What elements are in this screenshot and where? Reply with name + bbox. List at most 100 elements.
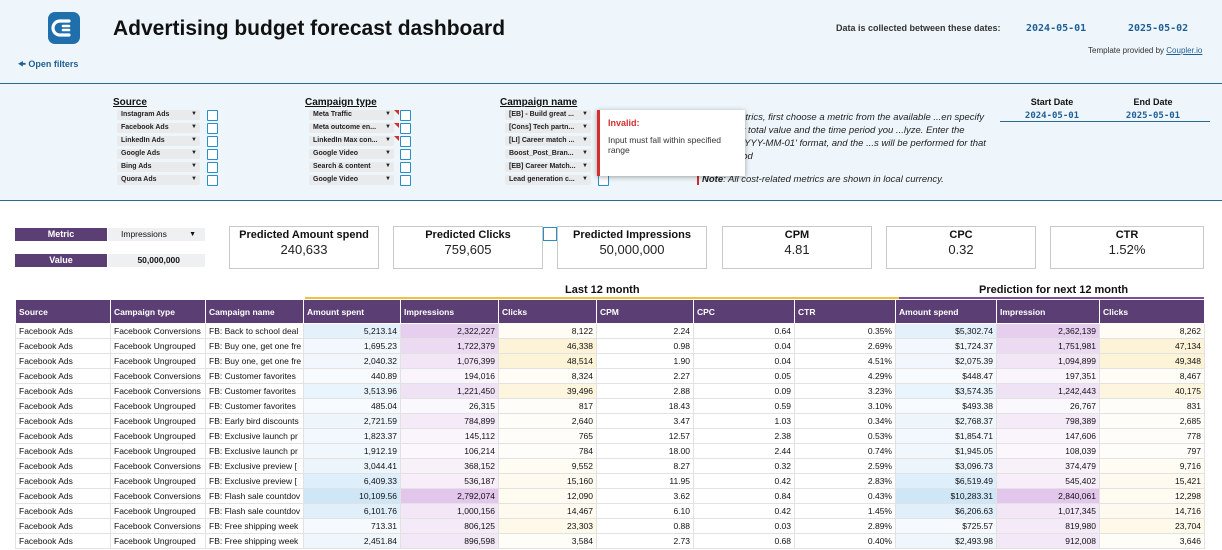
table-cell[interactable]: $3,574.35	[895, 383, 997, 399]
table-cell[interactable]: $10,283.31	[895, 488, 997, 504]
open-filters-link[interactable]: 🠜 Open filters	[18, 57, 78, 73]
table-cell[interactable]: 2.27	[596, 368, 694, 384]
source-checkbox[interactable]	[207, 175, 218, 186]
table-cell[interactable]: 23,303	[498, 518, 597, 534]
table-cell[interactable]: 2,640	[498, 413, 597, 429]
table-cell[interactable]: Facebook Ungrouped	[110, 533, 206, 549]
table-cell[interactable]: 0.98	[596, 338, 694, 354]
table-cell[interactable]: 819,980	[996, 518, 1100, 534]
coupler-link[interactable]: Coupler.io	[1166, 46, 1202, 55]
table-cell[interactable]: 806,125	[400, 518, 499, 534]
table-cell[interactable]: 9,552	[498, 458, 597, 474]
table-cell[interactable]: $6,206.63	[895, 503, 997, 519]
table-cell[interactable]: 2.24	[596, 323, 694, 339]
table-cell[interactable]: 197,351	[996, 368, 1100, 384]
table-cell[interactable]: Facebook Ungrouped	[110, 413, 206, 429]
table-cell[interactable]: 0.53%	[794, 428, 896, 444]
table-cell[interactable]: 1,751,981	[996, 338, 1100, 354]
table-cell[interactable]: 1,722,379	[400, 338, 499, 354]
table-cell[interactable]: Facebook Conversions	[110, 458, 206, 474]
table-cell[interactable]: FB: Free shipping week	[205, 533, 304, 549]
table-cell[interactable]: 106,214	[400, 443, 499, 459]
table-cell[interactable]: Facebook Conversions	[110, 383, 206, 399]
table-cell[interactable]: 18.43	[596, 398, 694, 414]
table-cell[interactable]: 0.34%	[794, 413, 896, 429]
table-cell[interactable]: Facebook Ads	[15, 533, 111, 549]
column-header[interactable]: CPC	[693, 299, 795, 324]
start-date-input[interactable]: 2024-05-01	[997, 111, 1107, 121]
source-dropdown[interactable]: Google Ads ▼	[117, 149, 200, 159]
table-cell[interactable]: Facebook Ads	[15, 398, 111, 414]
table-cell[interactable]: $1,854.71	[895, 428, 997, 444]
table-cell[interactable]: $6,519.49	[895, 473, 997, 489]
table-cell[interactable]: 40,175	[1099, 383, 1205, 399]
campaign-name-dropdown[interactable]: Lead generation c... ▼	[505, 175, 591, 185]
table-cell[interactable]: 1,912.19	[303, 443, 401, 459]
table-cell[interactable]: 1.03	[693, 413, 795, 429]
table-cell[interactable]: 3.62	[596, 488, 694, 504]
column-header[interactable]: Campaign type	[110, 299, 206, 324]
table-cell[interactable]: 3.47	[596, 413, 694, 429]
table-cell[interactable]: 23,704	[1099, 518, 1205, 534]
column-header[interactable]: Source	[15, 299, 111, 324]
table-cell[interactable]: $725.57	[895, 518, 997, 534]
source-checkbox[interactable]	[207, 123, 218, 134]
table-cell[interactable]: FB: Buy one, get one fre	[205, 338, 304, 354]
table-cell[interactable]: 12.57	[596, 428, 694, 444]
table-cell[interactable]: 440.89	[303, 368, 401, 384]
column-header[interactable]: Impressions	[400, 299, 499, 324]
table-cell[interactable]: 374,479	[996, 458, 1100, 474]
table-cell[interactable]: 0.59	[693, 398, 795, 414]
campaign-type-dropdown[interactable]: Meta outcome en... ▼	[309, 123, 394, 133]
table-cell[interactable]: 1,076,399	[400, 353, 499, 369]
table-cell[interactable]: 0.42	[693, 473, 795, 489]
table-cell[interactable]: 11.95	[596, 473, 694, 489]
table-cell[interactable]: Facebook Ads	[15, 323, 111, 339]
table-cell[interactable]: 0.64	[693, 323, 795, 339]
table-cell[interactable]: Facebook Ads	[15, 428, 111, 444]
table-cell[interactable]: $493.38	[895, 398, 997, 414]
table-cell[interactable]: 368,152	[400, 458, 499, 474]
campaign-type-checkbox[interactable]	[400, 123, 411, 134]
table-cell[interactable]: 8,324	[498, 368, 597, 384]
table-cell[interactable]: FB: Exclusive preview [	[205, 458, 304, 474]
table-cell[interactable]: $2,075.39	[895, 353, 997, 369]
table-cell[interactable]: 2,685	[1099, 413, 1205, 429]
table-cell[interactable]: 0.88	[596, 518, 694, 534]
table-cell[interactable]: FB: Exclusive preview [	[205, 473, 304, 489]
table-cell[interactable]: 12,090	[498, 488, 597, 504]
table-cell[interactable]: 778	[1099, 428, 1205, 444]
table-cell[interactable]: 3.10%	[794, 398, 896, 414]
table-cell[interactable]: Facebook Ads	[15, 353, 111, 369]
table-cell[interactable]: 817	[498, 398, 597, 414]
table-cell[interactable]: Facebook Conversions	[110, 518, 206, 534]
table-cell[interactable]: Facebook Ungrouped	[110, 338, 206, 354]
table-cell[interactable]: 485.04	[303, 398, 401, 414]
table-cell[interactable]: $5,302.74	[895, 323, 997, 339]
table-cell[interactable]: Facebook Ungrouped	[110, 503, 206, 519]
campaign-type-dropdown[interactable]: Google Video ▼	[309, 175, 394, 185]
table-cell[interactable]: 1.90	[596, 353, 694, 369]
table-cell[interactable]: 0.04	[693, 353, 795, 369]
table-cell[interactable]: 14,467	[498, 503, 597, 519]
table-cell[interactable]: 831	[1099, 398, 1205, 414]
table-cell[interactable]: 15,421	[1099, 473, 1205, 489]
table-cell[interactable]: 2.89%	[794, 518, 896, 534]
table-cell[interactable]: 8,122	[498, 323, 597, 339]
column-header[interactable]: Clicks	[1099, 299, 1205, 324]
campaign-name-dropdown[interactable]: [LI] Career match ... ▼	[505, 136, 591, 146]
table-cell[interactable]: 2.44	[693, 443, 795, 459]
table-cell[interactable]: Facebook Ads	[15, 503, 111, 519]
table-cell[interactable]: Facebook Ungrouped	[110, 398, 206, 414]
table-cell[interactable]: 798,389	[996, 413, 1100, 429]
table-cell[interactable]: FB: Customer favorites	[205, 398, 304, 414]
metric-select[interactable]: Impressions ▼	[108, 228, 205, 241]
campaign-type-dropdown[interactable]: Meta Traffic ▼	[309, 110, 394, 120]
table-cell[interactable]: 15,160	[498, 473, 597, 489]
table-cell[interactable]: Facebook Conversions	[110, 368, 206, 384]
table-cell[interactable]: 8.27	[596, 458, 694, 474]
table-cell[interactable]: 39,496	[498, 383, 597, 399]
table-cell[interactable]: FB: Exclusive launch pr	[205, 443, 304, 459]
table-cell[interactable]: 1,823.37	[303, 428, 401, 444]
column-header[interactable]: Clicks	[498, 299, 597, 324]
